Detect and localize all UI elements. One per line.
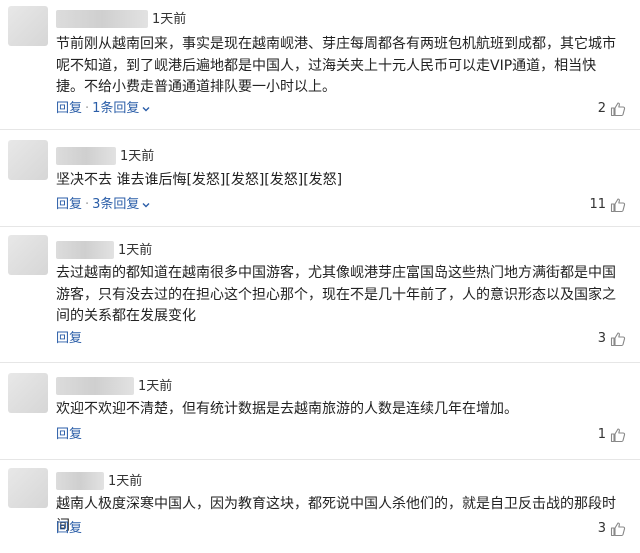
like-count: 3 — [597, 521, 606, 536]
comment-actions: 回复 · 3条回复 — [56, 196, 151, 214]
avatar[interactable] — [8, 468, 48, 508]
comment-item: 1天前 坚决不去 谁去谁后悔[发怒][发怒][发怒][发怒] 回复 · 3条回复 1… — [0, 130, 640, 227]
comment-time: 1天前 — [118, 243, 153, 258]
separator: · — [85, 197, 90, 212]
username-blurred[interactable] — [56, 10, 148, 28]
separator: · — [85, 101, 90, 116]
comment-actions: 回复 — [56, 426, 82, 444]
comment-actions: 回复 — [56, 520, 82, 538]
reply-button[interactable]: 回复 — [56, 101, 82, 116]
view-replies-link[interactable]: 1条回复 — [92, 101, 139, 116]
chevron-down-icon[interactable] — [141, 200, 151, 210]
like-control[interactable]: 2 — [598, 100, 626, 118]
comment-time: 1天前 — [108, 474, 143, 489]
thumbs-up-icon[interactable] — [610, 331, 626, 347]
like-count: 3 — [597, 331, 606, 346]
reply-button[interactable]: 回复 — [56, 427, 82, 442]
thumbs-up-icon[interactable] — [610, 197, 626, 213]
username-blurred[interactable] — [56, 377, 134, 395]
reply-button[interactable]: 回复 — [56, 521, 82, 536]
like-control[interactable]: 11 — [589, 196, 626, 214]
comment-item: 1天前 越南人极度深寒中国人，因为教育这块，都死说中国人杀他们的，就是自卫反击战… — [0, 460, 640, 553]
username-blurred[interactable] — [56, 241, 114, 259]
like-control[interactable]: 1 — [598, 426, 626, 444]
comment-body: 坚决不去 谁去谁后悔[发怒][发怒][发怒][发怒] — [56, 172, 343, 188]
comment-item: 1天前 去过越南的都知道在越南很多中国游客，尤其像岘港芽庄富国岛这些热门地方满街… — [0, 227, 640, 363]
username-blurred[interactable] — [56, 472, 104, 490]
thumbs-up-icon[interactable] — [610, 521, 626, 537]
comment-time: 1天前 — [138, 379, 173, 394]
avatar[interactable] — [8, 6, 48, 46]
like-control[interactable]: 3 — [598, 520, 626, 538]
reply-button[interactable]: 回复 — [56, 197, 82, 212]
avatar[interactable] — [8, 235, 48, 275]
comment-actions: 回复 — [56, 330, 82, 348]
like-count: 11 — [589, 197, 606, 212]
like-control[interactable]: 3 — [598, 330, 626, 348]
comment-time: 1天前 — [120, 149, 155, 164]
comment-actions: 回复 · 1条回复 — [56, 100, 151, 118]
comment-body: 越南人极度深寒中国人，因为教育这块，都死说中国人杀他们的，就是自卫反击战的那段时… — [56, 496, 616, 534]
like-count: 2 — [597, 101, 606, 116]
thumbs-up-icon[interactable] — [610, 101, 626, 117]
view-replies-link[interactable]: 3条回复 — [92, 197, 139, 212]
avatar[interactable] — [8, 140, 48, 180]
reply-button[interactable]: 回复 — [56, 331, 82, 346]
chevron-down-icon[interactable] — [141, 104, 151, 114]
comment-time: 1天前 — [152, 12, 187, 27]
comment-body: 节前刚从越南回来，事实是现在越南岘港、芽庄每周都各有两班包机航班到成都，其它城市… — [56, 36, 616, 95]
comment-item: 1天前 欢迎不欢迎不清楚，但有统计数据是去越南旅游的人数是连续几年在增加。 回复… — [0, 363, 640, 460]
comment-item: 1天前 节前刚从越南回来，事实是现在越南岘港、芽庄每周都各有两班包机航班到成都，… — [0, 0, 640, 130]
comment-body: 欢迎不欢迎不清楚，但有统计数据是去越南旅游的人数是连续几年在增加。 — [56, 401, 518, 417]
username-blurred[interactable] — [56, 147, 116, 165]
avatar[interactable] — [8, 373, 48, 413]
comment-body: 去过越南的都知道在越南很多中国游客，尤其像岘港芽庄富国岛这些热门地方满街都是中国… — [56, 265, 616, 324]
thumbs-up-icon[interactable] — [610, 427, 626, 443]
like-count: 1 — [597, 427, 606, 442]
